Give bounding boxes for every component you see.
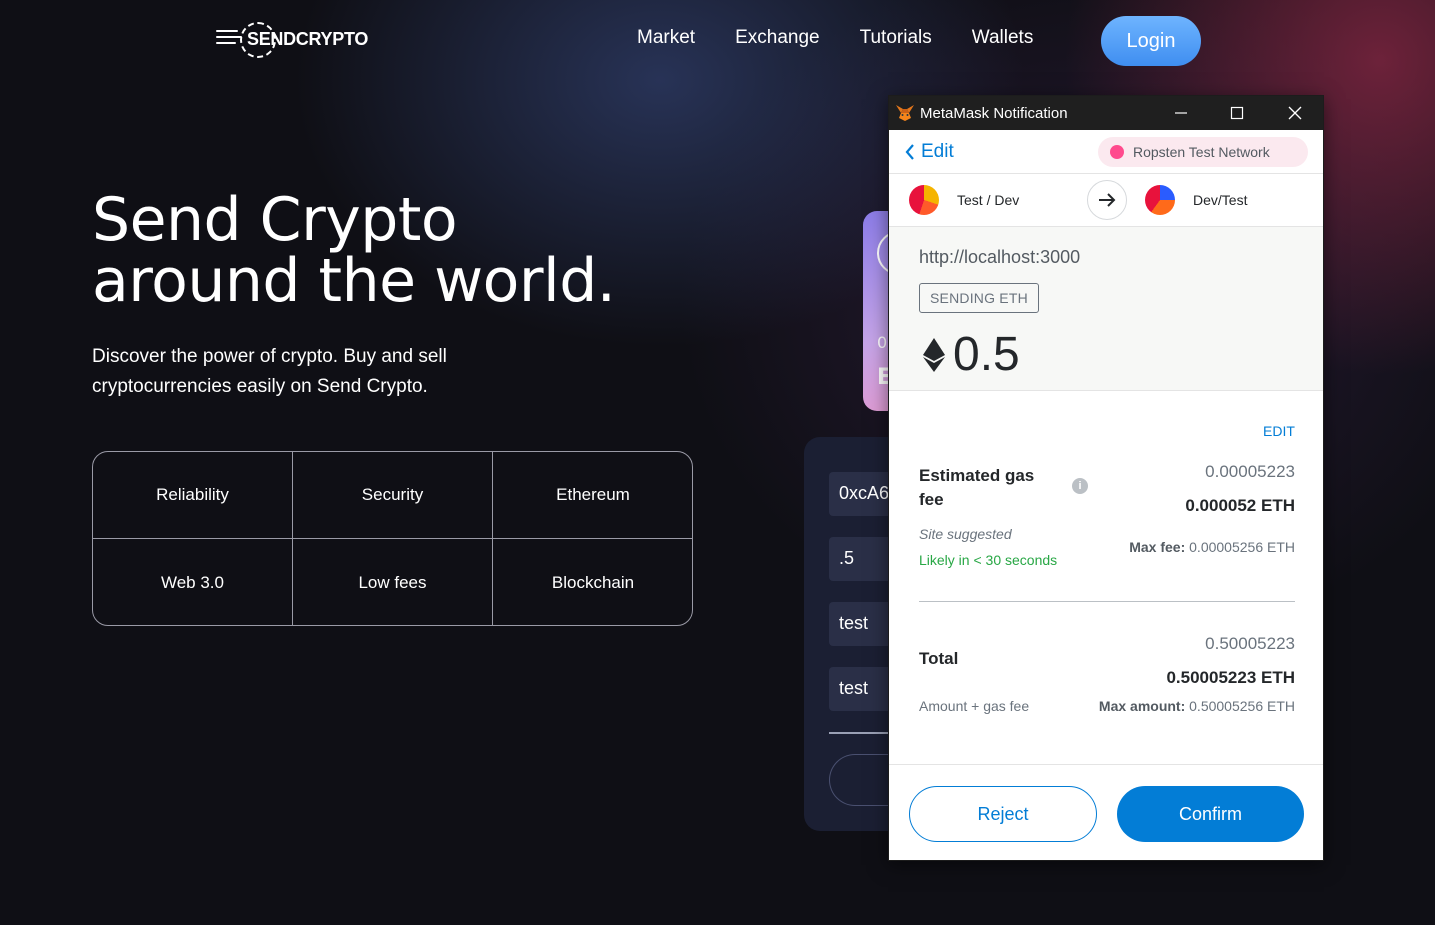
nav-tutorials[interactable]: Tutorials	[860, 27, 932, 49]
section-divider	[919, 601, 1295, 602]
max-fee: Max fee: 0.00005256 ETH	[1129, 539, 1295, 555]
sendcrypto-logo[interactable]: SENDCRYPTO	[216, 20, 386, 60]
send-amount: 0.5	[923, 327, 1020, 382]
max-fee-label: Max fee:	[1129, 539, 1186, 555]
close-button[interactable]	[1267, 96, 1323, 130]
from-account-name: Test / Dev	[957, 192, 1020, 208]
gas-fee-primary: 0.00005223	[1205, 462, 1295, 481]
action-badge: SENDING ETH	[919, 283, 1039, 313]
minimize-button[interactable]	[1153, 96, 1209, 130]
metamask-footer: Reject Confirm	[889, 764, 1323, 860]
metamask-fox-icon	[896, 105, 914, 121]
from-account[interactable]: Test / Dev	[909, 185, 1019, 215]
hero-title-line1: Send Crypto	[92, 185, 458, 255]
nav-exchange[interactable]: Exchange	[735, 27, 820, 49]
gas-edit-link[interactable]: EDIT	[1263, 423, 1295, 439]
total-eth: 0.50005223 ETH	[1166, 668, 1295, 687]
arrow-right-icon	[1087, 180, 1127, 220]
feature-blockchain: Blockchain	[551, 572, 635, 592]
amount-plus-gas-label: Amount + gas fee	[919, 698, 1030, 714]
hero-title-line2: around the world.	[92, 246, 616, 316]
gas-timing-estimate: Likely in < 30 seconds	[919, 552, 1058, 568]
metamask-window: MetaMask Notification Edit Ropsten Test …	[888, 95, 1324, 861]
main-nav: Market Exchange Tutorials Wallets	[637, 27, 1033, 49]
maximize-icon	[1230, 106, 1244, 120]
minimize-icon	[1175, 112, 1187, 114]
confirm-button[interactable]: Confirm	[1117, 786, 1304, 842]
info-icon[interactable]: i	[1072, 478, 1088, 494]
reject-button[interactable]: Reject	[909, 786, 1097, 842]
to-account-avatar	[1145, 185, 1175, 215]
to-account-name: Dev/Test	[1193, 192, 1248, 208]
total-primary: 0.50005223	[1205, 634, 1295, 653]
site-suggested-label: Site suggested	[919, 526, 1012, 542]
metamask-titlebar[interactable]: MetaMask Notification	[889, 96, 1323, 130]
feature-reliability: Reliability	[93, 452, 293, 539]
feature-low-fees: Low fees	[293, 539, 493, 625]
edit-back-link[interactable]: Edit	[905, 141, 954, 163]
nav-market[interactable]: Market	[637, 27, 695, 49]
transaction-summary: http://localhost:3000 SENDING ETH 0.5	[889, 227, 1323, 391]
account-transfer-row: Test / Dev Dev/Test	[889, 175, 1323, 227]
from-account-avatar	[909, 185, 939, 215]
feature-ethereum: Ethereum	[493, 452, 692, 539]
origin-url: http://localhost:3000	[919, 247, 1081, 267]
nav-wallets[interactable]: Wallets	[972, 27, 1034, 49]
feature-security: Security	[293, 452, 493, 539]
gas-fee-label: Estimated gas fee	[919, 466, 1035, 509]
ethereum-icon	[923, 337, 945, 372]
feature-web3: Web 3.0	[93, 539, 293, 625]
metamask-window-title: MetaMask Notification	[920, 105, 1068, 122]
total-label: Total	[919, 649, 959, 668]
network-dot-icon	[1110, 145, 1124, 159]
to-account[interactable]: Dev/Test	[1145, 185, 1247, 215]
chevron-left-icon	[905, 144, 914, 160]
max-amount-label: Max amount:	[1098, 698, 1186, 714]
max-amount-value: 0.50005256 ETH	[1189, 698, 1295, 714]
network-name: Ropsten Test Network	[1133, 144, 1270, 160]
metamask-header: Edit Ropsten Test Network	[889, 130, 1323, 174]
logo-text: SENDCRYPTO	[247, 29, 369, 49]
hero-subtitle: Discover the power of crypto. Buy and se…	[92, 346, 447, 397]
features-grid: Reliability Security Ethereum Web 3.0 Lo…	[92, 451, 693, 626]
edit-label: Edit	[921, 141, 954, 162]
login-button[interactable]: Login	[1101, 16, 1201, 66]
close-icon	[1288, 106, 1302, 120]
maximize-button[interactable]	[1209, 96, 1265, 130]
card-address-partial: 0	[877, 333, 888, 352]
network-pill[interactable]: Ropsten Test Network	[1098, 137, 1308, 167]
hero-title: Send Crypto around the world.	[92, 190, 616, 312]
send-amount-value: 0.5	[953, 328, 1020, 381]
gas-fee-eth: 0.000052 ETH	[1185, 496, 1295, 515]
max-fee-value: 0.00005256 ETH	[1189, 539, 1295, 555]
max-amount: Max amount: 0.50005256 ETH	[1099, 698, 1295, 714]
